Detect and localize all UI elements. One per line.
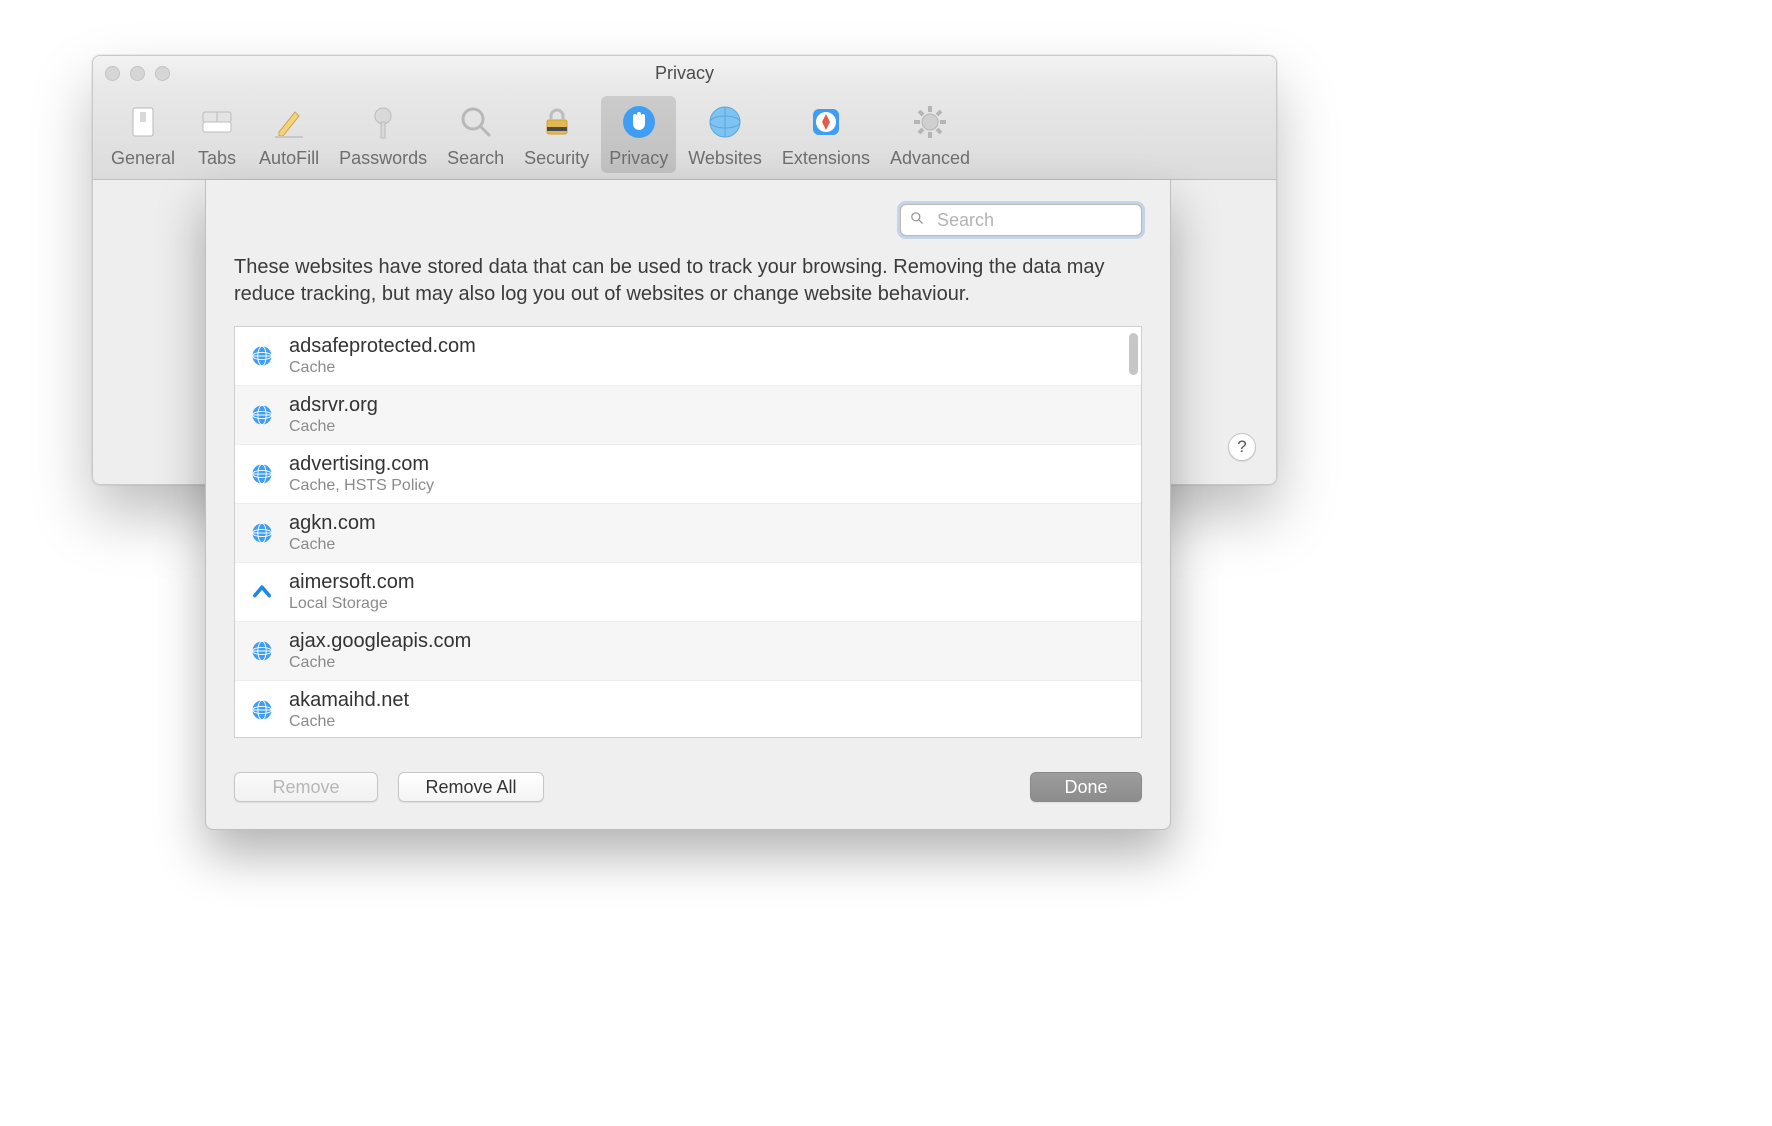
globe-icon [249,461,275,487]
website-detail: Cache [289,654,471,672]
website-domain: adsrvr.org [289,394,378,417]
website-domain: advertising.com [289,453,434,476]
globe-icon [249,520,275,546]
tab-security[interactable]: Security [516,96,597,173]
compass-icon [804,100,848,144]
remove-all-button[interactable]: Remove All [398,772,544,802]
website-row[interactable]: adsafeprotected.comCache [235,327,1141,386]
pencil-icon [267,100,311,144]
tab-autofill[interactable]: AutoFill [251,96,327,173]
globe-icon [249,343,275,369]
help-button[interactable]: ? [1228,433,1256,461]
globe-icon [249,402,275,428]
search-icon [909,209,925,232]
tab-websites[interactable]: Websites [680,96,770,173]
site-favicon-icon [249,579,275,605]
website-row[interactable]: adsrvr.orgCache [235,386,1141,445]
website-row[interactable]: aimersoft.comLocal Storage [235,563,1141,622]
button-row: Remove Remove All Done [234,772,1142,802]
tab-search[interactable]: Search [439,96,512,173]
done-button[interactable]: Done [1030,772,1142,802]
website-row[interactable]: akamaihd.netCache [235,681,1141,737]
zoom-window-button[interactable] [155,66,170,81]
website-row[interactable]: agkn.comCache [235,504,1141,563]
globe-icon [703,100,747,144]
lock-icon [535,100,579,144]
tab-extensions[interactable]: Extensions [774,96,878,173]
tab-privacy[interactable]: Privacy [601,96,676,173]
tab-advanced[interactable]: Advanced [882,96,978,173]
website-domain: agkn.com [289,512,376,535]
globe-icon [249,697,275,723]
switch-icon [121,100,165,144]
scrollbar-thumb[interactable] [1129,333,1138,375]
website-domain: ajax.googleapis.com [289,630,471,653]
website-domain: adsafeprotected.com [289,335,476,358]
search-field[interactable] [900,204,1142,236]
website-detail: Cache [289,536,376,554]
gear-icon [908,100,952,144]
window-controls [105,66,170,81]
search-input[interactable] [937,210,1169,231]
website-domain: akamaihd.net [289,689,409,712]
website-list[interactable]: adsafeprotected.comCacheadsrvr.orgCachea… [234,326,1142,738]
key-icon [361,100,405,144]
website-row[interactable]: ajax.googleapis.comCache [235,622,1141,681]
website-detail: Cache [289,713,409,731]
titlebar: Privacy [93,56,1276,90]
globe-icon [249,638,275,664]
website-detail: Cache [289,359,476,377]
tab-general[interactable]: General [103,96,183,173]
website-domain: aimersoft.com [289,571,415,594]
website-row[interactable]: advertising.comCache, HSTS Policy [235,445,1141,504]
website-detail: Local Storage [289,595,415,613]
window-title: Privacy [655,63,714,84]
website-detail: Cache, HSTS Policy [289,477,434,495]
website-detail: Cache [289,418,378,436]
minimize-window-button[interactable] [130,66,145,81]
tab-tabs[interactable]: Tabs [187,96,247,173]
tab-passwords[interactable]: Passwords [331,96,435,173]
search-icon [454,100,498,144]
close-window-button[interactable] [105,66,120,81]
hand-icon [617,100,661,144]
description-text: These websites have stored data that can… [234,254,1142,308]
preferences-toolbar: General Tabs AutoFill Passwords Search [93,90,1276,180]
remove-button[interactable]: Remove [234,772,378,802]
website-data-sheet: These websites have stored data that can… [205,180,1171,830]
tabs-icon [195,100,239,144]
